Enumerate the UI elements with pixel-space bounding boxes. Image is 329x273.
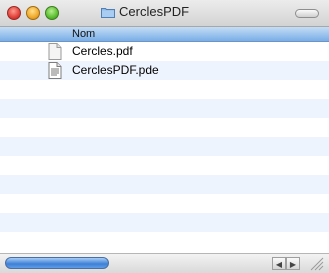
file-name: Cercles.pdf bbox=[72, 44, 133, 58]
close-button[interactable] bbox=[7, 6, 21, 20]
empty-row bbox=[0, 194, 329, 213]
list-item[interactable]: Cercles.pdf bbox=[0, 42, 329, 61]
folder-icon bbox=[101, 8, 115, 18]
empty-row bbox=[0, 213, 329, 232]
resize-grip-icon[interactable] bbox=[306, 256, 324, 271]
file-name: CerclesPDF.pde bbox=[72, 63, 159, 77]
empty-row bbox=[0, 137, 329, 156]
empty-row bbox=[0, 175, 329, 194]
right-arrow-icon: ▶ bbox=[289, 260, 297, 269]
title-bar[interactable]: CerclesPDF bbox=[0, 0, 329, 27]
minimize-button[interactable] bbox=[26, 6, 40, 20]
zoom-button[interactable] bbox=[45, 6, 59, 20]
column-header-label: Nom bbox=[72, 28, 96, 40]
scroll-right-button[interactable]: ▶ bbox=[286, 257, 300, 270]
empty-row bbox=[0, 156, 329, 175]
pdf-document-icon bbox=[48, 43, 62, 60]
scrollbar-thumb[interactable] bbox=[5, 257, 109, 269]
text-document-icon bbox=[48, 62, 62, 79]
empty-row bbox=[0, 232, 329, 251]
finder-window: CerclesPDF Nom Cercles.pdf CerclesPDF.pd… bbox=[0, 0, 329, 273]
left-arrow-icon: ◀ bbox=[275, 260, 283, 269]
list-item[interactable]: CerclesPDF.pde bbox=[0, 61, 329, 80]
scroll-left-button[interactable]: ◀ bbox=[272, 257, 286, 270]
empty-row bbox=[0, 99, 329, 118]
window-title: CerclesPDF bbox=[119, 4, 190, 19]
toolbar-toggle-button[interactable] bbox=[295, 9, 319, 18]
empty-row bbox=[0, 80, 329, 99]
file-list: Cercles.pdf CerclesPDF.pde bbox=[0, 42, 329, 253]
empty-row bbox=[0, 118, 329, 137]
column-header-name[interactable]: Nom bbox=[0, 27, 329, 42]
horizontal-scrollbar[interactable]: ◀ ▶ bbox=[0, 253, 329, 273]
